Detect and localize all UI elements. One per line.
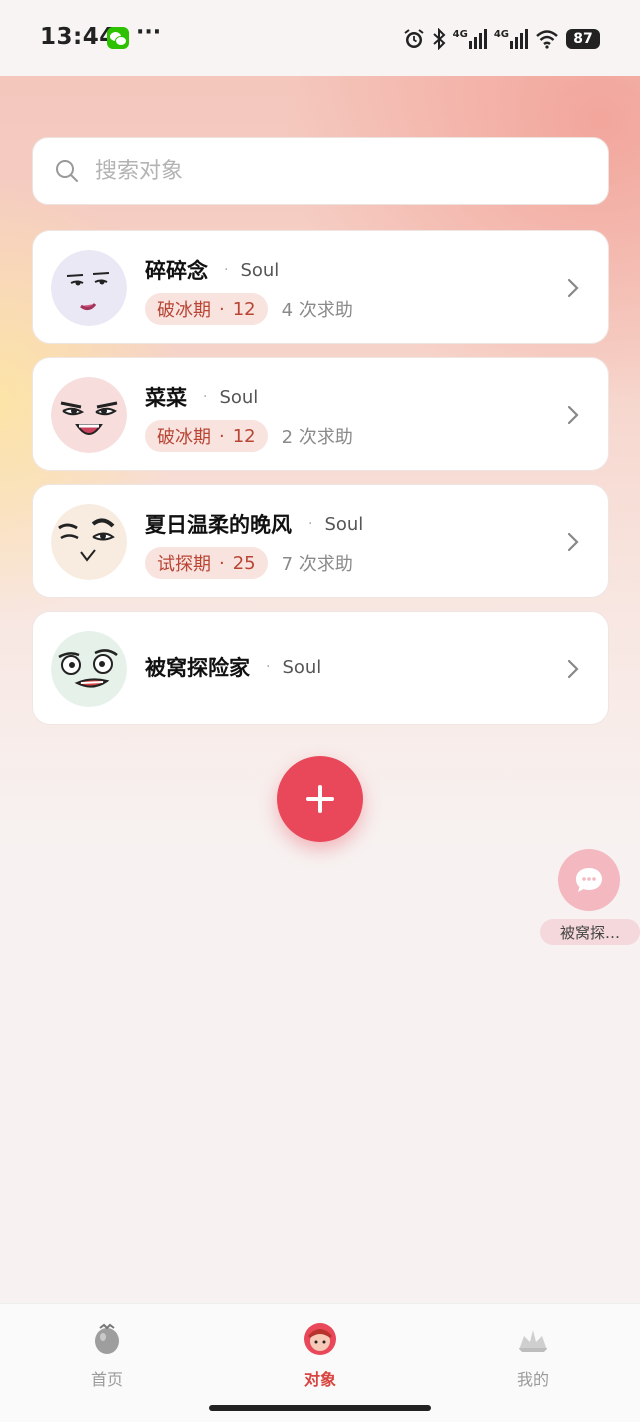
avatar <box>51 377 127 453</box>
avatar <box>51 504 127 580</box>
battery-indicator: 87 <box>566 29 600 49</box>
status-bar: 13:44 ··· 4G 4G 87 <box>0 0 640 76</box>
stage-separator: · <box>219 298 225 320</box>
search-input[interactable] <box>95 158 555 184</box>
contact-name-row: 夏日温柔的晚风 · Soul <box>145 509 363 539</box>
help-count: 2 次求助 <box>281 427 353 448</box>
stage-score: 12 <box>232 298 256 320</box>
home-egg-icon <box>95 1323 119 1354</box>
network-type-label: 4G <box>493 29 509 40</box>
tab-label: 我的 <box>516 1370 549 1389</box>
chevron-right-icon <box>567 532 579 552</box>
wechat-notification-icon <box>107 27 129 49</box>
stage-badge: 试探期 · 25 <box>145 547 268 579</box>
stage-score: 12 <box>232 425 256 447</box>
chevron-right-icon <box>567 278 579 298</box>
chat-bubble-icon <box>576 868 602 892</box>
meme-face-avatar-icon <box>51 377 127 453</box>
plus-icon <box>318 785 322 813</box>
search-icon <box>56 160 78 182</box>
contact-name: 被窝探险家 <box>145 656 250 680</box>
meme-face-avatar-icon <box>51 504 127 580</box>
contact-card[interactable]: 夏日温柔的晚风 · Soul 试探期 · 25 7 次求助 <box>32 484 609 598</box>
profile-icon <box>519 1330 547 1352</box>
search-bar[interactable] <box>32 137 609 205</box>
contact-name: 碎碎念 <box>145 259 208 283</box>
more-notifications-icon: ··· <box>136 20 162 45</box>
bluetooth-icon <box>432 28 446 50</box>
contact-meta: 破冰期 · 12 2 次求助 <box>145 420 353 452</box>
cell-signal-icon <box>468 29 487 49</box>
tab-home[interactable]: 首页 <box>57 1322 157 1390</box>
separator-dot: · <box>308 516 313 532</box>
separator-dot: · <box>203 389 208 405</box>
stage-separator: · <box>219 425 225 447</box>
floating-chat-label[interactable]: 被窝探… <box>540 919 640 945</box>
contact-platform: Soul <box>219 386 259 408</box>
status-indicators: 4G 4G 87 <box>403 24 600 54</box>
contact-meta: 试探期 · 25 7 次求助 <box>145 547 353 579</box>
separator-dot: · <box>224 262 229 278</box>
avatar <box>51 250 127 326</box>
contact-name-row: 碎碎念 · Soul <box>145 255 279 285</box>
tab-partners[interactable]: 对象 <box>270 1322 370 1390</box>
signal-1: 4G <box>453 29 487 49</box>
contact-list: 碎碎念 · Soul 破冰期 · 12 4 次求助 菜菜 · Soul 破冰期 … <box>32 230 609 738</box>
floating-chat-button[interactable] <box>558 849 620 911</box>
contact-platform: Soul <box>240 259 280 281</box>
stage-label: 破冰期 <box>157 427 211 448</box>
contact-name-row: 被窝探险家 · Soul <box>145 652 321 682</box>
partner-avatar-icon <box>304 1323 336 1355</box>
contact-platform: Soul <box>324 513 364 535</box>
stage-score: 25 <box>232 552 256 574</box>
cell-signal-icon <box>510 29 528 49</box>
tab-label: 首页 <box>90 1370 123 1389</box>
contact-card[interactable]: 碎碎念 · Soul 破冰期 · 12 4 次求助 <box>32 230 609 344</box>
help-count: 7 次求助 <box>281 554 353 575</box>
home-indicator[interactable] <box>209 1405 431 1411</box>
alarm-icon <box>404 29 424 48</box>
chevron-right-icon <box>567 405 579 425</box>
stage-separator: · <box>219 552 225 574</box>
signal-2: 4G <box>494 29 528 49</box>
contact-card[interactable]: 菜菜 · Soul 破冰期 · 12 2 次求助 <box>32 357 609 471</box>
avatar <box>51 631 127 707</box>
contact-meta: 破冰期 · 12 4 次求助 <box>145 293 353 325</box>
stage-badge: 破冰期 · 12 <box>145 293 268 325</box>
contact-name-row: 菜菜 · Soul <box>145 382 258 412</box>
contact-name: 菜菜 <box>145 386 187 410</box>
wifi-icon <box>536 30 558 49</box>
tab-label: 对象 <box>303 1370 336 1389</box>
meme-face-avatar-icon <box>51 250 127 326</box>
contact-platform: Soul <box>282 656 322 678</box>
stage-badge: 破冰期 · 12 <box>145 420 268 452</box>
chevron-right-icon <box>567 659 579 679</box>
meme-face-avatar-icon <box>51 631 127 707</box>
separator-dot: · <box>266 659 271 675</box>
add-contact-button[interactable] <box>277 756 363 842</box>
stage-label: 破冰期 <box>157 300 211 321</box>
help-count: 4 次求助 <box>281 300 353 321</box>
stage-label: 试探期 <box>157 554 211 575</box>
status-time: 13:44 <box>40 24 116 50</box>
network-type-label: 4G <box>452 29 468 40</box>
tab-profile[interactable]: 我的 <box>483 1322 583 1390</box>
contact-card[interactable]: 被窝探险家 · Soul <box>32 611 609 725</box>
contact-name: 夏日温柔的晚风 <box>145 513 292 537</box>
